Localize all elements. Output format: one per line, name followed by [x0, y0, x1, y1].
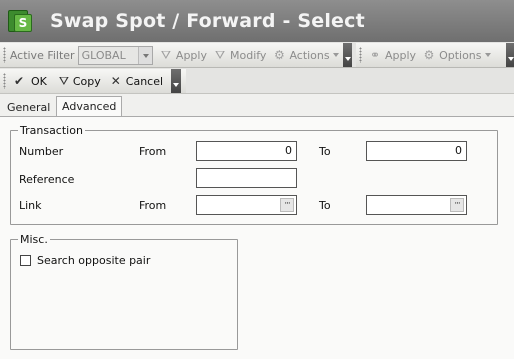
- gear-icon: ⚙: [423, 48, 435, 62]
- number-from-field[interactable]: 0: [196, 141, 297, 161]
- app-icon: S: [8, 8, 34, 34]
- action-toolbar-segment: ✔ OK ⛛ Copy ✕ Cancel: [0, 69, 186, 93]
- active-filter-value: GLOBAL: [81, 48, 126, 62]
- apply-options-button[interactable]: ⚭ Apply: [368, 48, 416, 62]
- apply-options-label: Apply: [385, 48, 417, 62]
- close-icon: ✕: [110, 74, 121, 88]
- link-to-label: To: [319, 199, 331, 212]
- window-title: Swap Spot / Forward - Select: [50, 10, 365, 32]
- number-from-label: From: [139, 145, 167, 158]
- toolbar-grip[interactable]: [359, 47, 362, 63]
- toolbar-grip[interactable]: [3, 73, 6, 89]
- filter-toolbar-segment: Active Filter GLOBAL ⛛ Apply ⛛ Modify ⚙ …: [0, 43, 352, 67]
- modify-filter-button[interactable]: ⛛ Modify: [213, 47, 267, 62]
- link-to-field[interactable]: ···: [366, 195, 467, 215]
- filter-icon: ⛛: [58, 73, 69, 88]
- number-label: Number: [19, 145, 64, 158]
- options-menu-label: Options: [439, 48, 482, 62]
- tab-general[interactable]: General: [2, 98, 55, 116]
- toolbar-overflow-button[interactable]: [506, 43, 514, 67]
- gear-icon: ⚙: [274, 48, 285, 62]
- toolbar-overflow-button[interactable]: [171, 69, 182, 93]
- ellipsis-icon[interactable]: ···: [280, 198, 294, 212]
- chevron-down-icon[interactable]: [137, 46, 152, 64]
- search-opposite-pair-checkbox[interactable]: [20, 255, 31, 266]
- chevron-down-icon: [332, 53, 339, 57]
- reference-label: Reference: [19, 173, 75, 186]
- apply-filter-label: Apply: [175, 48, 207, 62]
- copy-button[interactable]: ⛛ Copy: [57, 74, 101, 89]
- reference-field[interactable]: [196, 168, 297, 188]
- ok-button[interactable]: ✔ OK: [12, 74, 47, 88]
- modify-filter-label: Modify: [229, 48, 267, 62]
- chevron-down-icon: [484, 53, 491, 57]
- ellipsis-icon[interactable]: ···: [450, 198, 464, 212]
- tab-advanced[interactable]: Advanced: [56, 96, 123, 116]
- copy-label: Copy: [72, 74, 101, 88]
- filter-toolbar: Active Filter GLOBAL ⛛ Apply ⛛ Modify ⚙ …: [0, 42, 514, 68]
- filter-icon: ⛛: [160, 47, 171, 62]
- apply-filter-button[interactable]: ⛛ Apply: [159, 48, 207, 62]
- actions-menu-label: Actions: [289, 48, 330, 62]
- checkmark-icon: ✔: [13, 74, 25, 88]
- cancel-button[interactable]: ✕ Cancel: [109, 74, 163, 88]
- number-to-label: To: [319, 145, 331, 158]
- title-bar: S Swap Spot / Forward - Select: [0, 0, 514, 42]
- toolbar-grip[interactable]: [3, 47, 6, 63]
- binoculars-icon: ⚭: [369, 48, 381, 62]
- link-from-field[interactable]: ···: [196, 195, 297, 215]
- filter-edit-icon: ⛛: [214, 47, 226, 62]
- cancel-label: Cancel: [125, 74, 164, 88]
- link-from-label: From: [139, 199, 167, 212]
- active-filter-select[interactable]: GLOBAL: [77, 45, 153, 65]
- search-opposite-pair-label[interactable]: Search opposite pair: [37, 254, 150, 267]
- tab-content-advanced: Transaction Number From 0 To 0 Reference…: [0, 116, 514, 359]
- action-toolbar: ✔ OK ⛛ Copy ✕ Cancel: [0, 68, 514, 94]
- ok-label: OK: [31, 74, 47, 88]
- transaction-group-legend: Transaction: [18, 124, 85, 137]
- options-menu-button[interactable]: ⚙ Options: [422, 48, 491, 62]
- actions-menu-button[interactable]: ⚙ Actions: [272, 48, 339, 62]
- number-to-field[interactable]: 0: [366, 141, 467, 161]
- link-label: Link: [19, 199, 42, 212]
- toolbar-overflow-button[interactable]: [342, 43, 352, 67]
- active-filter-label: Active Filter: [9, 48, 75, 62]
- tab-strip: General Advanced: [0, 96, 514, 116]
- misc-group-legend: Misc.: [18, 233, 50, 246]
- options-toolbar-segment: ⚭ Apply ⚙ Options: [356, 43, 506, 67]
